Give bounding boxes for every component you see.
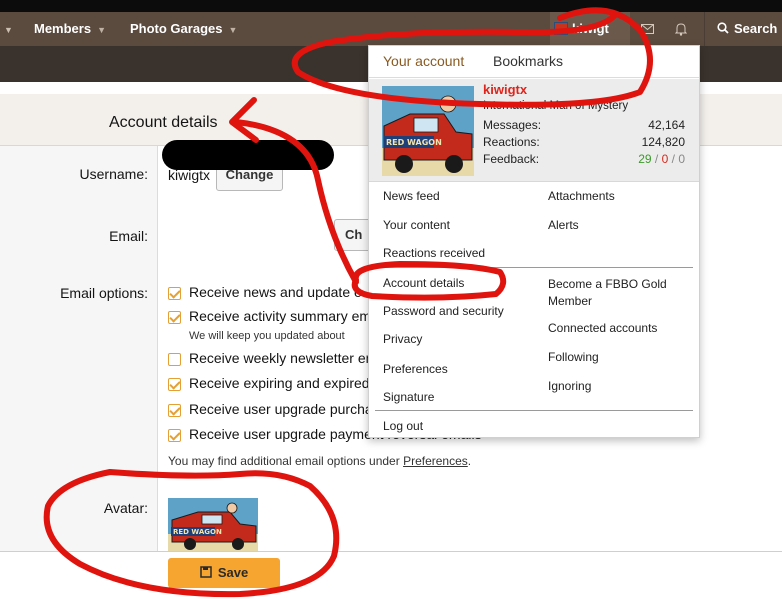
feedback-negative: 0 <box>678 152 685 166</box>
preferences-link[interactable]: Preferences <box>403 454 468 468</box>
menu-account-details[interactable]: Account details <box>383 276 464 290</box>
profile-username[interactable]: kiwigtx <box>483 82 527 97</box>
more-options-note: You may find additional email options un… <box>168 454 471 468</box>
username-label: Username: <box>79 166 148 182</box>
option-expiring: Receive expiring and expired <box>189 375 370 391</box>
search-icon <box>717 22 729 34</box>
tab-your-account[interactable]: Your account <box>383 53 464 69</box>
checkbox-expiring[interactable] <box>168 378 181 391</box>
form-divider <box>0 551 782 552</box>
more-options-suffix: . <box>467 454 472 468</box>
more-options-prefix: You may find additional email options un… <box>168 454 400 468</box>
save-label: Save <box>217 565 249 580</box>
checkbox-upgrade-reversal[interactable] <box>168 429 181 442</box>
menu-reactions-received[interactable]: Reactions received <box>383 246 485 260</box>
checkbox-weekly-newsletter[interactable] <box>168 353 181 366</box>
avatar[interactable]: RED WAGON <box>382 86 474 176</box>
save-icon <box>200 566 212 578</box>
chevron-down-icon[interactable]: ▼ <box>4 25 13 35</box>
menu-divider <box>375 267 693 268</box>
feedback-separator: / <box>668 152 679 166</box>
avatar-caption: RED WAGON <box>173 528 222 536</box>
tab-bookmarks[interactable]: Bookmarks <box>493 53 563 69</box>
save-button[interactable]: Save <box>168 558 280 588</box>
top-strip <box>0 0 782 12</box>
nav-photo-garages[interactable]: Photo Garages ▼ <box>130 12 237 46</box>
search-label: Search <box>734 21 778 36</box>
menu-connected-accounts[interactable]: Connected accounts <box>548 321 657 335</box>
avatar-label: Avatar: <box>103 500 148 516</box>
menu-news-feed[interactable]: News feed <box>383 189 440 203</box>
option-activity-summary-hint: We will keep you updated about <box>189 330 345 342</box>
stat-feedback-value[interactable]: 29 / 0 / 0 <box>638 152 685 166</box>
stat-messages-value[interactable]: 42,164 <box>648 118 685 132</box>
menu-tabs: Your account Bookmarks <box>369 46 699 78</box>
avatar <box>554 22 568 35</box>
stat-reactions-label: Reactions: <box>483 135 540 149</box>
option-news-updates: Receive news and update e <box>189 284 362 300</box>
nav-members-label: Members <box>34 21 92 36</box>
menu-become-gold-member[interactable]: Become a FBBO Gold Member <box>548 276 688 310</box>
nav-bar: ▼ Members ▼ Photo Garages ▼ <box>0 12 782 46</box>
email-value-redacted <box>162 140 334 170</box>
search-button[interactable]: Search <box>704 12 782 46</box>
menu-privacy[interactable]: Privacy <box>383 332 422 346</box>
option-activity-summary: Receive activity summary em <box>189 308 372 324</box>
menu-signature[interactable]: Signature <box>383 390 434 404</box>
checkbox-upgrade-purchase[interactable] <box>168 404 181 417</box>
chevron-down-icon: ▼ <box>97 25 106 35</box>
profile-summary: RED WAGON kiwigtx International Man of M… <box>369 79 699 182</box>
chevron-down-icon: ▼ <box>228 25 238 35</box>
account-dropdown-menu: Your account Bookmarks RED WAGON kiwigtx… <box>368 45 700 438</box>
menu-your-content[interactable]: Your content <box>383 218 450 232</box>
account-menu-trigger[interactable]: kiwigt <box>550 12 630 46</box>
menu-ignoring[interactable]: Ignoring <box>548 379 591 393</box>
menu-attachments[interactable]: Attachments <box>548 189 615 203</box>
page-title: Account details <box>109 114 218 131</box>
menu-divider <box>375 410 693 411</box>
feedback-positive: 29 <box>638 152 652 166</box>
option-weekly-newsletter: Receive weekly newsletter em <box>189 350 378 366</box>
feedback-separator: / <box>651 152 662 166</box>
menu-log-out[interactable]: Log out <box>383 419 423 433</box>
nav-members[interactable]: Members ▼ <box>34 12 106 46</box>
stat-reactions-value[interactable]: 124,820 <box>642 135 685 149</box>
bell-icon[interactable] <box>666 12 696 46</box>
email-options-label: Email options: <box>60 285 148 301</box>
avatar[interactable]: RED WAGON <box>168 498 258 551</box>
envelope-icon[interactable] <box>632 12 662 46</box>
option-upgrade-purchase: Receive user upgrade purcha <box>189 401 373 417</box>
profile-user-title: International Man of Mystery <box>483 100 629 112</box>
menu-password-security[interactable]: Password and security <box>383 304 504 318</box>
avatar-caption: RED WAGON <box>386 138 442 147</box>
stat-feedback-label: Feedback: <box>483 152 540 166</box>
email-label: Email: <box>109 228 148 244</box>
menu-following[interactable]: Following <box>548 350 599 364</box>
menu-alerts[interactable]: Alerts <box>548 218 579 232</box>
form-label-column <box>0 146 158 551</box>
nav-photo-garages-label: Photo Garages <box>130 21 223 36</box>
checkbox-news-updates[interactable] <box>168 287 181 300</box>
stat-messages-label: Messages: <box>483 118 542 132</box>
checkbox-activity-summary[interactable] <box>168 311 181 324</box>
nav-username: kiwigt <box>572 21 609 36</box>
menu-preferences[interactable]: Preferences <box>383 362 448 376</box>
